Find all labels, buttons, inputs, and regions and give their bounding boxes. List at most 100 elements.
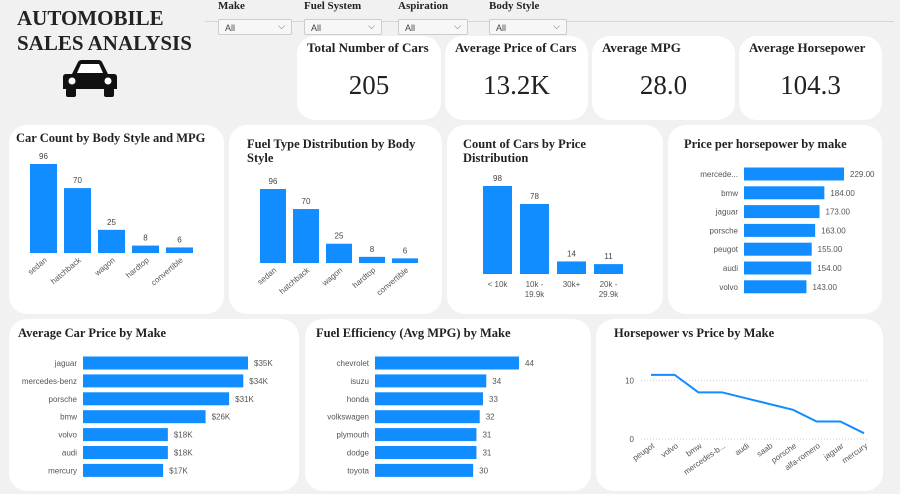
chevron-down-icon: ⌵ — [368, 21, 375, 31]
bar[interactable] — [483, 186, 512, 274]
y-tick-label: 0 — [630, 435, 635, 444]
data-label: 14 — [567, 249, 576, 258]
bar[interactable] — [392, 258, 418, 263]
tick-label: jaguar — [54, 359, 78, 368]
data-label: 30 — [479, 466, 488, 475]
tick-label: peugot — [714, 245, 739, 254]
tick-label: mercede... — [700, 170, 738, 179]
bar[interactable] — [98, 229, 125, 253]
tick-label: volvo — [58, 431, 77, 440]
kpi-value: 13.2K — [483, 70, 550, 100]
data-label: 96 — [39, 152, 48, 161]
chart-hp-price: 010peugot volvo bmwmercedes-b... audi saabpo… — [625, 373, 869, 477]
x-tick-label: volvo — [659, 441, 680, 459]
bar[interactable] — [744, 167, 844, 181]
filter-make[interactable]: Make All ⌵ — [218, 0, 292, 35]
tick-label: convertible — [149, 255, 185, 287]
series-line[interactable] — [651, 373, 865, 435]
tick-label: hardtop — [351, 265, 378, 290]
bar[interactable] — [326, 243, 352, 263]
bar[interactable] — [375, 463, 474, 477]
bar[interactable] — [83, 392, 230, 406]
kpi-label: Average Horsepower — [749, 40, 866, 55]
tick-label: bmw — [721, 189, 738, 198]
data-label: 98 — [493, 174, 502, 183]
data-label: 6 — [403, 246, 408, 255]
filter-fuel-system-label: Fuel System — [304, 0, 362, 12]
chart-card-avg-price: Average Car Price by Make jaguar $35K merc… — [9, 319, 299, 491]
bar[interactable] — [375, 428, 477, 442]
bar[interactable] — [30, 164, 57, 253]
data-label: 96 — [269, 177, 278, 186]
tick-label: bmw — [60, 413, 77, 422]
data-label: 34 — [492, 377, 501, 386]
tick-label: volkswagen — [327, 413, 369, 422]
filter-aspiration-select[interactable]: All ⌵ — [398, 19, 468, 35]
bar[interactable] — [375, 374, 487, 388]
filter-fuel-system[interactable]: Fuel System All ⌵ — [304, 0, 382, 35]
chart-fuel-eff: chevrolet 44 isuzu 34 honda 33 volkswagen 32 ply… — [327, 356, 534, 477]
filter-make-select[interactable]: All ⌵ — [218, 19, 292, 35]
data-label: 11 — [604, 252, 613, 261]
bar[interactable] — [375, 410, 480, 424]
tick-label: plymouth — [337, 431, 369, 440]
kpi-total-cars: Total Number of Cars 205 — [297, 36, 441, 120]
bar[interactable] — [375, 392, 483, 406]
kpi-label: Total Number of Cars — [307, 40, 429, 55]
bar[interactable] — [744, 205, 820, 219]
tick-label: 10k - — [526, 280, 544, 289]
bar[interactable] — [744, 223, 816, 237]
kpi-value: 104.3 — [780, 70, 841, 100]
tick-label: porsche — [49, 395, 78, 404]
filter-fuel-system-select[interactable]: All ⌵ — [304, 19, 382, 35]
bar[interactable] — [83, 356, 248, 370]
x-tick-label: peugot — [631, 441, 657, 463]
bar[interactable] — [375, 356, 519, 370]
data-label: 70 — [73, 176, 82, 185]
chart-fuel-body: 96 sedan 70 hatchback 25 wagon 8 hardtop 6 conver… — [256, 177, 418, 297]
data-label: 44 — [525, 359, 534, 368]
bar[interactable] — [83, 428, 168, 442]
tick-label: mercury — [48, 466, 77, 475]
bar[interactable] — [744, 261, 812, 275]
bar[interactable] — [132, 245, 159, 253]
bar[interactable] — [166, 247, 193, 253]
data-label: 78 — [530, 192, 539, 201]
filter-body-style[interactable]: Body Style All ⌵ — [489, 0, 567, 35]
bar[interactable] — [83, 463, 164, 477]
chart-avg-price: jaguar $35K mercedes-benz $34K porsche $31K bm… — [22, 356, 273, 477]
chart-card-price-dist: Count of Cars by Price Distribution 98 < … — [447, 125, 663, 314]
tick-label: chevrolet — [337, 359, 370, 368]
data-label: $35K — [254, 359, 273, 368]
data-label: 25 — [107, 218, 116, 227]
bar[interactable] — [557, 261, 586, 274]
tick-label: convertible — [375, 265, 411, 297]
bar[interactable] — [594, 264, 623, 274]
tick-label: dodge — [347, 449, 370, 458]
bar[interactable] — [744, 242, 812, 256]
filter-aspiration[interactable]: Aspiration All ⌵ — [398, 0, 468, 35]
bar[interactable] — [83, 446, 168, 459]
bar[interactable] — [260, 189, 286, 263]
filter-body-style-select[interactable]: All ⌵ — [489, 19, 567, 35]
tick-label: 29.9k — [599, 290, 620, 299]
tick-label: 30k+ — [563, 280, 581, 289]
tick-label: porsche — [710, 226, 739, 235]
tick-label: hatchback — [49, 255, 83, 286]
bar[interactable] — [359, 256, 385, 263]
kpi-average-mpg: Average MPG 28.0 — [592, 36, 735, 120]
tick-label: volvo — [719, 283, 738, 292]
bar[interactable] — [744, 280, 807, 294]
bar[interactable] — [375, 446, 477, 459]
bar[interactable] — [744, 186, 825, 200]
bar[interactable] — [64, 188, 91, 253]
title-line-2: SALES ANALYSIS — [17, 31, 192, 55]
bar[interactable] — [293, 209, 319, 263]
kpi-value: 28.0 — [639, 70, 688, 100]
bar[interactable] — [520, 203, 549, 274]
bar[interactable] — [83, 410, 206, 424]
dashboard-title: AUTOMOBILE SALES ANALYSIS — [17, 6, 192, 56]
data-label: 6 — [177, 235, 182, 244]
bar[interactable] — [83, 374, 244, 388]
chart-card-fuel-eff: Fuel Efficiency (Avg MPG) by Make chevro… — [305, 319, 591, 491]
